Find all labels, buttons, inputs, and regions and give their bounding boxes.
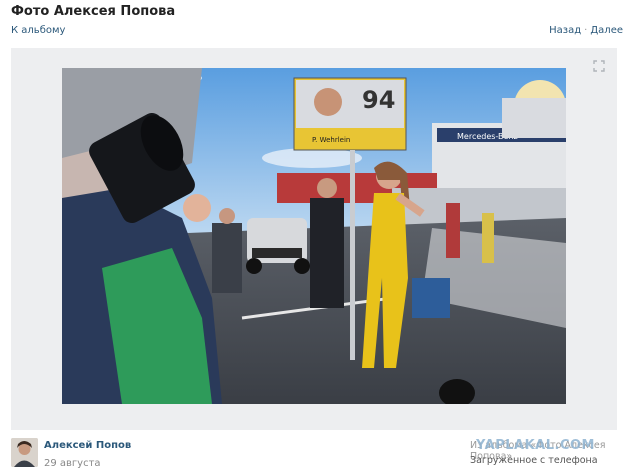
prev-photo-link[interactable]: Назад <box>549 25 581 36</box>
avatar[interactable] <box>11 438 38 467</box>
watermark: YAPLAKAL.COM <box>476 438 595 453</box>
photo-footer: Алексей Попов 29 августа Из альбома «Фот… <box>0 430 640 474</box>
sign-number: 94 <box>362 86 395 114</box>
nav-separator: · <box>584 25 588 36</box>
next-photo-link[interactable]: Далее <box>590 25 623 36</box>
sign-pole <box>350 150 355 360</box>
expand-icon[interactable] <box>593 60 605 72</box>
upload-source: Загруженное с телефона <box>470 455 598 466</box>
back-to-album-link[interactable]: К альбому <box>11 25 65 36</box>
crew-member <box>310 198 344 308</box>
sign-name: P. Wehrlein <box>312 136 350 144</box>
page-title: Фото Алексея Попова <box>11 4 176 19</box>
photo-navigation: Назад · Далее <box>549 25 623 36</box>
author-name-link[interactable]: Алексей Попов <box>44 440 131 451</box>
upload-date: 29 августа <box>44 458 101 469</box>
photo-viewer: Mercedes-Benz 94 P. Wehrlein <box>11 48 617 430</box>
main-photo[interactable]: Mercedes-Benz 94 P. Wehrlein <box>62 68 566 404</box>
